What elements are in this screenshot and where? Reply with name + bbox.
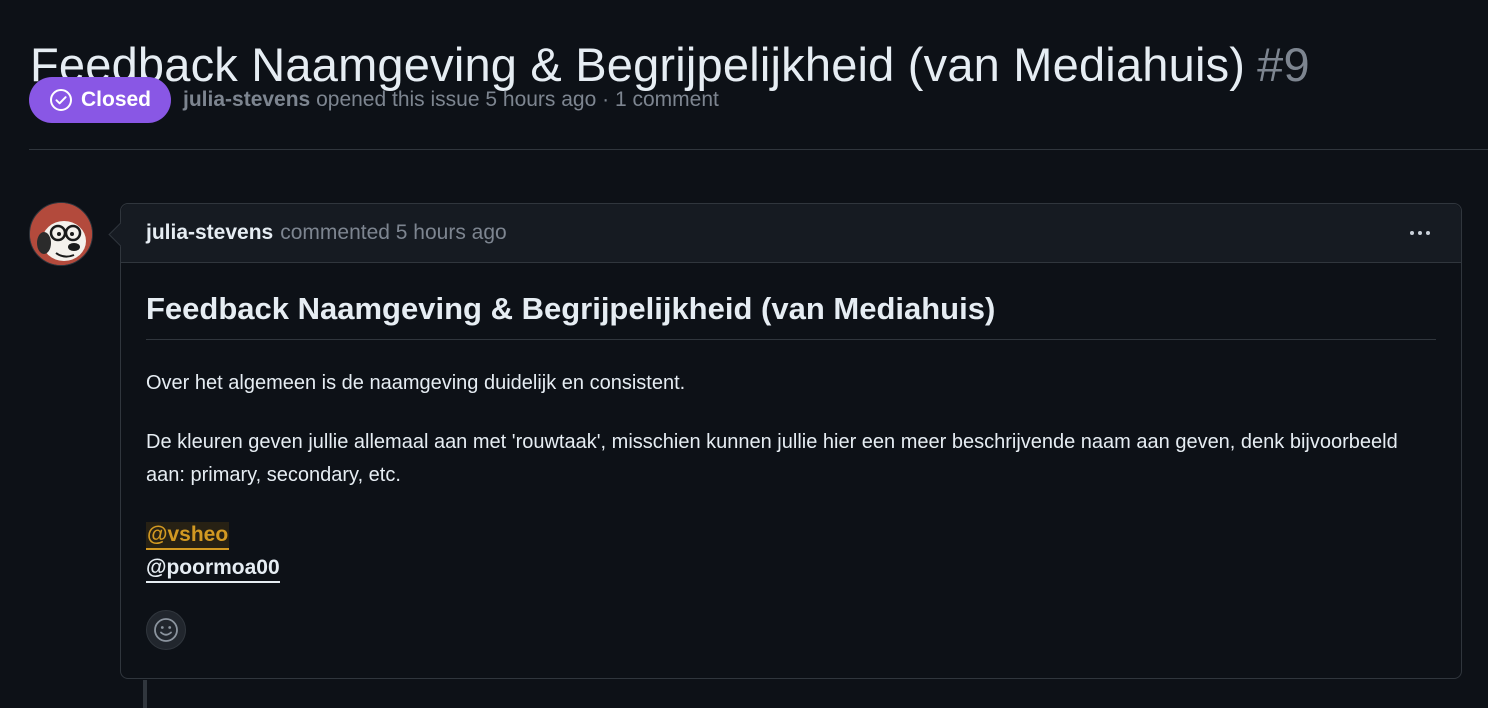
check-circle-icon [49, 88, 73, 112]
kebab-dot [1426, 231, 1430, 235]
issue-meta-text: julia-stevens opened this issue 5 hours … [183, 88, 719, 112]
issue-opened-text: opened this issue 5 hours ago · 1 commen… [316, 88, 719, 111]
issue-page: Feedback Naamgeving & Begrijpelijkheid (… [0, 0, 1488, 708]
comment-paragraph-1: Over het algemeen is de naamgeving duide… [146, 372, 686, 394]
avatar[interactable] [29, 202, 93, 266]
mentions-block: @vsheo @poormoa00 [146, 518, 1436, 584]
state-badge: Closed [29, 77, 172, 123]
issue-meta: Closed julia-stevens opened this issue 5… [29, 77, 719, 123]
comment-options-button[interactable] [1405, 220, 1435, 246]
comment-body: Feedback Naamgeving & Begrijpelijkheid (… [121, 291, 1461, 584]
comment-paragraph-2: De kleuren geven jullie allemaal aan met… [146, 431, 1398, 486]
timeline-line [143, 680, 147, 708]
smiley-icon [154, 618, 178, 642]
mention-poormoa00[interactable]: @poormoa00 [146, 555, 280, 583]
issue-author-link[interactable]: julia-stevens [183, 88, 310, 111]
issue-number: #9 [1257, 38, 1310, 92]
comment-card: julia-stevens commented 5 hours ago Feed… [108, 203, 1462, 679]
kebab-dot [1418, 231, 1422, 235]
comment-author-link[interactable]: julia-stevens [146, 221, 273, 245]
header-divider [29, 149, 1488, 150]
comment-timestamp[interactable]: commented 5 hours ago [280, 221, 506, 245]
comment-heading: Feedback Naamgeving & Begrijpelijkheid (… [146, 291, 1436, 340]
kebab-horizontal-icon [1410, 231, 1414, 235]
comment-header: julia-stevens commented 5 hours ago [121, 204, 1461, 263]
mention-vsheo[interactable]: @vsheo [146, 522, 230, 550]
add-reaction-button[interactable] [146, 610, 186, 650]
state-label: Closed [81, 88, 152, 111]
